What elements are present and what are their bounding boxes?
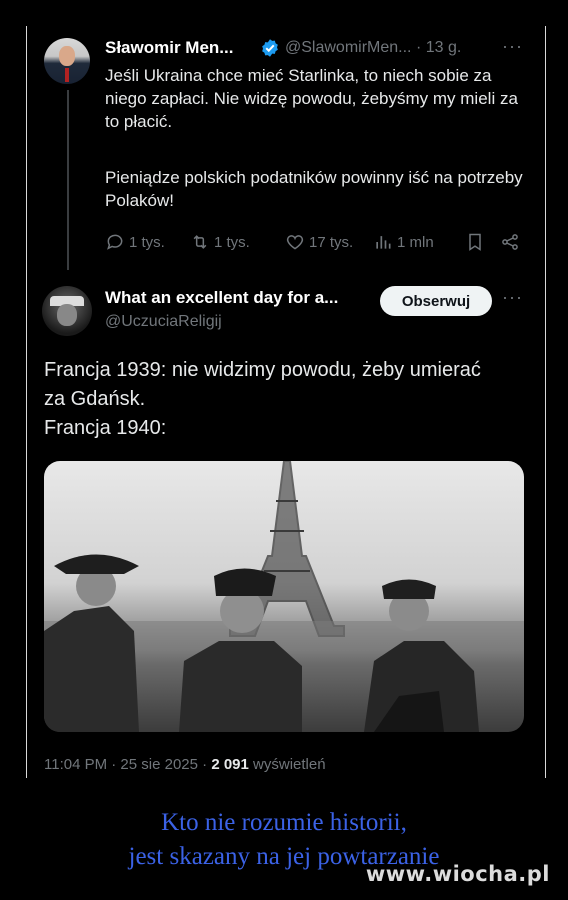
attached-photo[interactable]	[44, 461, 524, 732]
follow-button[interactable]: Obserwuj	[380, 286, 492, 316]
quoted-author-avatar[interactable]	[42, 286, 92, 336]
figure-left	[44, 554, 139, 732]
quoted-author-handle[interactable]: @UczuciaReligij	[105, 313, 222, 331]
reply-icon	[107, 234, 123, 250]
retweet-icon	[193, 235, 207, 249]
quoted-author-name[interactable]: What an excellent day for a...	[105, 288, 338, 308]
tweet-text-paragraph-2: Pieniądze polskich podatników powinny iś…	[105, 168, 523, 210]
retweet-button[interactable]: 1 tys.	[190, 232, 250, 252]
caption-line-1: Kto nie rozumie historii,	[161, 809, 407, 836]
more-options-icon[interactable]: ···	[502, 287, 523, 308]
retweet-count: 1 tys.	[214, 233, 250, 251]
views-chart-icon	[376, 236, 391, 249]
bookmark-button[interactable]	[465, 232, 485, 252]
post-timestamp[interactable]: 11:04 PM · 25 sie 2025 · 2 091 wyświetle…	[44, 756, 326, 773]
tweet-line-3: Francja 1940:	[44, 417, 167, 439]
like-button[interactable]: 17 tys.	[285, 232, 353, 252]
tweet-line-1: Francja 1939: nie widzimy powodu, żeby u…	[44, 359, 481, 381]
verified-badge-icon	[262, 39, 278, 57]
tweet-text-paragraph-1: Jeśli Ukraina chce mieć Starlinka, to ni…	[105, 66, 518, 131]
views-count: 1 mln	[397, 233, 434, 251]
more-options-icon[interactable]: ···	[502, 36, 523, 57]
figure-right	[364, 579, 479, 732]
views-label: wyświetleń	[248, 756, 326, 773]
thread-line	[67, 90, 69, 270]
bookmark-icon	[469, 233, 481, 251]
like-count: 17 tys.	[309, 233, 354, 251]
reply-count: 1 tys.	[129, 233, 165, 251]
views-count-bold: 2 091	[211, 756, 249, 773]
tweet-line-2: za Gdańsk.	[44, 388, 146, 410]
views-button[interactable]: 1 mln	[373, 232, 434, 252]
quoted-tweet-text: Francja 1939: nie widzimy powodu, żeby u…	[44, 356, 524, 443]
reply-button[interactable]: 1 tys.	[105, 232, 165, 252]
tweet-actions: 1 tys. 1 tys. 17 tys. 1 mln	[105, 232, 525, 256]
author-name[interactable]: Sławomir Men...	[105, 38, 233, 58]
timestamp-text: 11:04 PM · 25 sie 2025 ·	[44, 756, 212, 773]
author-avatar[interactable]	[44, 38, 90, 84]
share-icon	[502, 234, 518, 250]
heart-icon	[286, 235, 304, 250]
handle-and-time[interactable]: @SlawomirMen... · 13 g.	[285, 39, 461, 57]
site-watermark: www.wiocha.pl	[365, 862, 550, 886]
share-button[interactable]	[500, 232, 520, 252]
